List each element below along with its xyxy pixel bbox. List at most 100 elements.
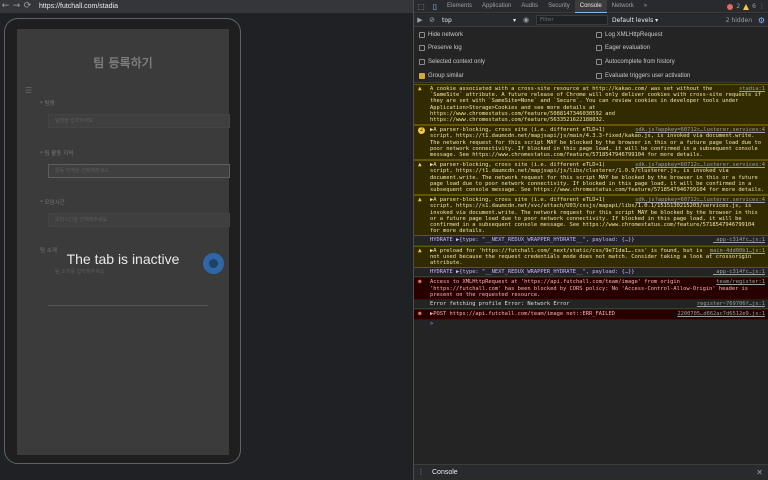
checkbox[interactable] [596,32,602,38]
message-source-link[interactable]: register~769706f…js:1 [697,301,765,307]
tab-elements[interactable]: Elements [442,0,477,13]
forward-icon[interactable]: → [11,0,22,13]
tab-security[interactable]: Security [543,0,575,13]
url-text[interactable]: https://futchall.com/stadia [39,3,118,10]
console-message: register~769706f…js:1 Error fetching pro… [414,300,768,310]
tab-console[interactable]: Console [574,0,607,13]
message-text[interactable]: HYDRATE ▶{type: "__NEXT_REDUX_WRAPPER_HY… [430,237,634,243]
checkbox[interactable] [596,73,602,79]
live-expression-eye-icon[interactable]: ◉ [520,14,532,27]
message-text: ▶A parser-blocking, cross site (i.e. dif… [430,197,758,235]
prompt-chevron-icon: > [430,320,434,327]
page-title: 팀 등록하기 [93,56,153,70]
drawer-menu-icon[interactable]: ⋮ [414,466,428,479]
message-source-link[interactable]: _app-c314fc…js:1 [713,269,765,275]
setting-preserve-log[interactable]: Preserve log [419,45,462,51]
setting-label: Group similar [428,73,464,79]
drawer-bar: ⋮ Console ✕ [414,464,768,480]
setting-eager-evaluation[interactable]: Eager evaluation [596,45,650,51]
console-message: ▲ sdk.js?appkey=60712c…lusterer.services… [414,195,768,237]
console-prompt[interactable]: > [414,320,768,328]
setting-label: Selected context only [428,59,486,65]
checkbox[interactable] [596,45,602,51]
device-frame: 팀 등록하기 ☰ * 팀명 팀명을 입력하세요 * 팀 활동 지역 활동 지역을… [4,18,241,464]
team-name-input[interactable]: 팀명을 입력하세요 [48,114,230,128]
message-text: Access to XMLHttpRequest at 'https://api… [430,279,749,298]
setting-hide-network[interactable]: Hide network [419,32,463,38]
console-message: 2 sdk.js?appkey=60712c…lusterer.services… [414,125,768,161]
kebab-menu-icon[interactable]: ⋮ [759,3,765,10]
setting-log-xhr[interactable]: Log XMLHttpRequest [596,32,662,38]
issue-counters[interactable]: 2 6 ⋮ [727,0,765,13]
message-text: ▶POST https://api.futchall.com/team/imag… [430,311,615,318]
tab-network[interactable]: Network [607,0,639,13]
console-message: ▲ sdk.js?appkey=60712c…lusterer.services… [414,160,768,196]
hidden-count: 2 hidden [725,17,752,24]
meeting-time-label: * 모임시간 [40,200,65,206]
warning-count: 6 [752,3,756,10]
screen-root: ← → ⟳ https://futchall.com/stadia 팀 등록하기… [0,0,768,480]
setting-group-similar[interactable]: Group similar [419,73,464,79]
checkbox[interactable] [596,59,602,65]
setting-label: Hide network [428,32,464,38]
close-icon[interactable]: ✕ [756,465,763,480]
error-icon [727,3,734,10]
context-value: top [442,16,452,24]
region-select[interactable]: 활동 지역을 선택해주세요 [48,164,230,178]
console-message: ▲ stadia:1 A cookie associated with a cr… [414,84,768,126]
message-text[interactable]: HYDRATE ▶{type: "__NEXT_REDUX_WRAPPER_HY… [430,269,634,275]
divider [48,305,208,306]
address-bar: ← → ⟳ https://futchall.com/stadia [0,0,413,13]
log-levels-dropdown[interactable]: Default levels ▾ [612,17,658,24]
message-text: A cookie associated with a cross-site re… [430,86,762,124]
drawer-tab-console[interactable]: Console [428,469,462,476]
tab-application[interactable]: Application [477,0,516,13]
more-tabs-icon[interactable]: » [639,0,652,13]
tab-audits[interactable]: Audits [516,0,543,13]
app-screen: 팀 등록하기 ☰ * 팀명 팀명을 입력하세요 * 팀 활동 지역 활동 지역을… [17,29,230,455]
checkbox-checked[interactable] [419,73,425,79]
sidebar-toggle-icon[interactable]: ▶ [414,14,426,27]
reload-icon[interactable]: ⟳ [22,0,33,13]
device-toggle-icon[interactable]: ▯ [428,0,442,13]
warning-icon [743,3,750,10]
repeat-count-badge: 2 [418,127,425,135]
checkbox[interactable] [419,32,425,38]
context-selector[interactable]: top ▾ [438,14,520,27]
console-toolbar: ▶ ⊘ top ▾ ◉ Filter Default levels ▾ 2 hi… [414,14,768,27]
setting-label: Eager evaluation [605,45,651,51]
setting-label: Evaluate triggers user activation [605,73,691,79]
floating-action-button[interactable] [203,253,224,274]
console-message: ▲ main-4dd00b1…js:1 ▶A preload for 'http… [414,245,768,269]
warning-icon: ▲ [418,196,422,204]
setting-selected-context-only[interactable]: Selected context only [419,59,485,65]
checkbox[interactable] [419,59,425,65]
filter-input[interactable]: Filter [536,15,608,25]
message-text: ▶A preload for 'https://futchall.com/_ne… [430,247,752,267]
console-settings: Hide network Preserve log Selected conte… [414,28,768,83]
devtools-tabbar: ⬚ ▯ Elements Application Audits Security… [414,0,768,13]
message-source-link[interactable]: 2200705…d662ac7d6512e9.js:1 [677,311,765,317]
browser-pane: ← → ⟳ https://futchall.com/stadia 팀 등록하기… [0,0,413,480]
error-count: 2 [736,3,741,10]
setting-label: Autocomplete from history [605,59,675,65]
setting-evaluate-triggers[interactable]: Evaluate triggers user activation [596,73,690,79]
checkbox[interactable] [419,45,425,51]
setting-autocomplete-history[interactable]: Autocomplete from history [596,59,675,65]
setting-label: Log XMLHttpRequest [605,32,663,38]
back-icon[interactable]: ← [0,0,11,13]
clear-console-icon[interactable]: ⊘ [426,14,438,27]
message-source-link[interactable]: _app-c314fc…js:1 [713,237,765,243]
devtools-panel: ⬚ ▯ Elements Application Audits Security… [413,0,768,480]
error-icon: ● [418,278,422,286]
console-message: _app-c314fc…js:1 HYDRATE ▶{type: "__NEXT… [414,268,768,278]
meeting-time-select[interactable]: 모임시간을 선택해주세요 [48,213,230,227]
console-message: ● team/register:1 Access to XMLHttpReque… [414,277,768,301]
chevron-down-icon: ▾ [512,16,516,24]
error-icon: ● [418,310,422,318]
console-message: ● 2200705…d662ac7d6512e9.js:1 ▶POST http… [414,309,768,320]
gear-icon[interactable]: ⚙ [758,14,765,27]
inspect-icon[interactable]: ⬚ [414,0,428,13]
menu-icon[interactable]: ☰ [25,86,32,95]
region-label: * 팀 활동 지역 [40,151,74,157]
